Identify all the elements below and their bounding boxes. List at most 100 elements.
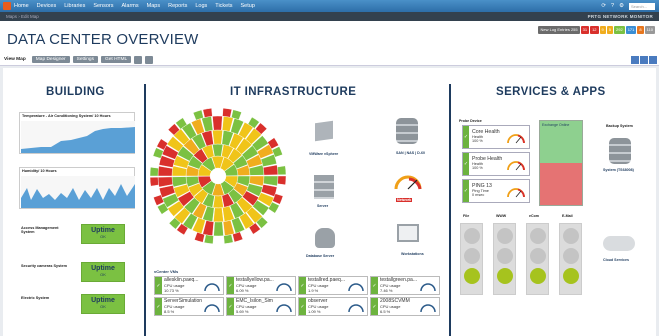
check-icon: ✓ bbox=[299, 277, 306, 294]
probe-card[interactable]: ✓ Probe Health Health 100 % bbox=[462, 152, 530, 176]
nav-item[interactable]: Tickets bbox=[215, 3, 232, 9]
traffic-light[interactable] bbox=[493, 223, 516, 295]
uptime-status-box[interactable]: Uptime OK bbox=[81, 262, 125, 282]
alarm-badge[interactable]: 12 bbox=[590, 26, 599, 34]
breadcrumb[interactable]: Maps › Edit Map bbox=[6, 14, 39, 19]
sunburst-segment[interactable] bbox=[149, 166, 159, 177]
device-label[interactable]: VMWare vSphere bbox=[309, 152, 338, 156]
share-icon[interactable] bbox=[631, 55, 639, 64]
sunburst-segment[interactable] bbox=[149, 176, 159, 187]
print-icon[interactable] bbox=[640, 55, 648, 64]
network-gauge-icon bbox=[394, 175, 422, 190]
uptime-sub: OK bbox=[100, 234, 106, 239]
gauge-icon bbox=[507, 134, 525, 144]
check-icon: ✓ bbox=[155, 298, 162, 315]
nav-item[interactable]: Setup bbox=[241, 3, 255, 9]
uptime-status-box[interactable]: Uptime OK bbox=[81, 224, 125, 244]
alarm-badge[interactable]: 31 bbox=[580, 26, 590, 34]
sunburst-segment[interactable] bbox=[277, 165, 287, 176]
sunburst-segment[interactable] bbox=[212, 129, 223, 145]
sunburst-segment[interactable] bbox=[213, 221, 224, 237]
sunburst-segment[interactable] bbox=[223, 234, 234, 244]
search-input[interactable]: Search... bbox=[629, 2, 655, 10]
vm-card[interactable]: ✓ testallred.paeq... CPU usage 1.9 % bbox=[298, 276, 368, 295]
refresh-icon[interactable]: ⟳ bbox=[601, 3, 606, 9]
settings-button[interactable]: Settings bbox=[72, 56, 98, 63]
gear-icon[interactable]: ⚙ bbox=[619, 3, 624, 9]
sunburst-segment[interactable] bbox=[157, 165, 173, 177]
delete-icon[interactable] bbox=[145, 55, 154, 64]
device-label[interactable]: Network bbox=[396, 198, 413, 202]
alarm-badge[interactable]: 171 bbox=[625, 26, 637, 34]
sunburst-segment[interactable] bbox=[212, 115, 223, 131]
sunburst-chart[interactable] bbox=[148, 106, 288, 246]
light-off bbox=[529, 228, 546, 244]
clone-icon[interactable] bbox=[134, 55, 143, 64]
nav-item[interactable]: Devices bbox=[37, 3, 57, 9]
exchange-panel[interactable]: Exchange Online bbox=[539, 120, 583, 206]
alarm-badge[interactable]: New Log Entries 255 bbox=[538, 26, 580, 34]
get-html-button[interactable]: Get HTML bbox=[101, 56, 132, 63]
database-icon bbox=[315, 228, 335, 248]
sunburst-segment[interactable] bbox=[157, 176, 174, 188]
nav-item[interactable]: Logs bbox=[195, 3, 207, 9]
vm-card[interactable]: ✓ ServerSimulation CPU usage 8.5 % bbox=[154, 297, 224, 316]
vm-value: 1.9 % bbox=[308, 288, 319, 293]
vm-card[interactable]: ✓ allesklin.paeq... CPU usage 10.73 % bbox=[154, 276, 224, 295]
traffic-light[interactable] bbox=[559, 223, 582, 295]
sunburst-segment[interactable] bbox=[202, 108, 213, 118]
vm-value: 6.09 % bbox=[236, 288, 249, 293]
device-label[interactable]: Workstations bbox=[401, 252, 424, 256]
help-icon[interactable]: ? bbox=[611, 3, 614, 9]
vm-card[interactable]: ✓ observer CPU usage 1.09 % bbox=[298, 297, 368, 316]
tab-view-map[interactable]: View Map bbox=[4, 57, 26, 62]
nav-item[interactable]: Maps bbox=[147, 3, 160, 9]
temperature-chart[interactable]: Temperature - Air Conditioning System/ 1… bbox=[19, 112, 135, 154]
humidity-graph bbox=[21, 176, 135, 208]
sunburst-segment[interactable] bbox=[222, 107, 233, 118]
vm-card[interactable]: ✓ testallgreen.pa... CPU usage 7.46 % bbox=[370, 276, 440, 295]
nav-item[interactable]: Reports bbox=[168, 3, 187, 9]
nav-item[interactable]: Libraries bbox=[64, 3, 85, 9]
probe-card[interactable]: ✓ Core Health Health 100 % bbox=[462, 125, 530, 149]
gauge-icon bbox=[348, 282, 364, 291]
cloud-label[interactable]: Cloud Services bbox=[603, 258, 629, 262]
sunburst-segment[interactable] bbox=[212, 143, 224, 157]
system-label: Access Management System bbox=[21, 226, 59, 234]
uptime-value: Uptime bbox=[91, 227, 115, 234]
map-canvas: BUILDING Temperature - Air Conditioning … bbox=[3, 68, 656, 336]
check-icon: ✓ bbox=[299, 298, 306, 315]
prtg-logo-icon[interactable] bbox=[3, 2, 11, 10]
backup-storage-icon bbox=[609, 138, 631, 164]
sunburst-segment[interactable] bbox=[212, 195, 224, 209]
probe-card[interactable]: ✓ PING 13 Ping Time 0 msec bbox=[462, 179, 530, 203]
traffic-light[interactable] bbox=[460, 223, 483, 295]
nav-item[interactable]: Sensors bbox=[93, 3, 113, 9]
device-label[interactable]: Database Server bbox=[306, 254, 334, 258]
sunburst-segment[interactable] bbox=[263, 175, 279, 187]
alarm-badge[interactable]: 292 bbox=[614, 26, 625, 34]
alarm-badge[interactable]: 8 bbox=[637, 26, 644, 34]
backup-device-label[interactable]: System (TS68008) bbox=[603, 168, 634, 172]
alarm-badge[interactable]: 5 bbox=[606, 26, 613, 34]
sunburst-segment[interactable] bbox=[277, 175, 287, 186]
check-icon: ✓ bbox=[155, 277, 162, 294]
sunburst-segment[interactable] bbox=[203, 234, 214, 245]
uptime-status-box[interactable]: Uptime OK bbox=[81, 294, 125, 314]
fullscreen-icon[interactable] bbox=[649, 55, 657, 64]
map-designer-button[interactable]: Map Designer bbox=[31, 56, 70, 63]
backup-label: Backup System bbox=[606, 124, 633, 128]
nav-item[interactable]: Alarms bbox=[122, 3, 139, 9]
alarm-badge[interactable]: 9 bbox=[599, 26, 606, 34]
sunburst-segment[interactable] bbox=[262, 164, 279, 176]
device-label[interactable]: SAN | NAS | D-60 bbox=[396, 151, 425, 155]
alarm-badge[interactable]: 110 bbox=[644, 26, 655, 34]
traffic-light[interactable] bbox=[526, 223, 549, 295]
vm-card[interactable]: ✓ 2008SCVMM CPU usage 6.5 % bbox=[370, 297, 440, 316]
device-label[interactable]: Server bbox=[317, 204, 328, 208]
vm-card[interactable]: ✓ testallyellow.pa... CPU usage 6.09 % bbox=[226, 276, 296, 295]
vm-card[interactable]: ✓ EMC_Isilon_Sim CPU usage 5.69 % bbox=[226, 297, 296, 316]
sunburst-segment[interactable] bbox=[213, 207, 224, 223]
nav-item[interactable]: Home bbox=[14, 3, 29, 9]
humidity-chart[interactable]: Humidity/ 10 Hours bbox=[19, 167, 135, 209]
